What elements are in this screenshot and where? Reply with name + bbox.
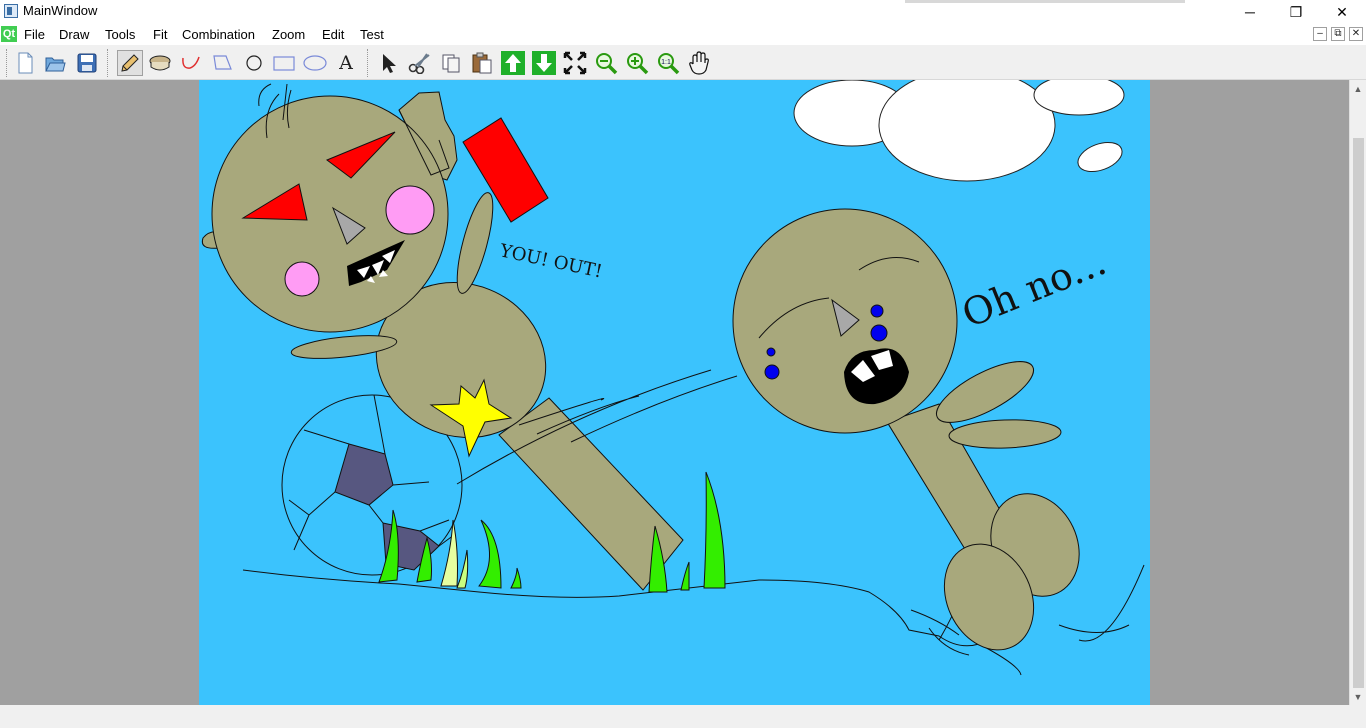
scroll-up-arrow-icon[interactable]: ▲ <box>1350 80 1366 97</box>
mdi-close-button[interactable]: ✕ <box>1349 27 1363 41</box>
drawing-canvas[interactable]: YOU! OUT! Oh no... <box>199 80 1150 705</box>
scissors-icon <box>408 53 430 74</box>
title-bar: MainWindow ─ ❐ ✕ <box>0 0 1366 24</box>
move-down-button[interactable] <box>531 50 557 76</box>
polygon-tool-button[interactable] <box>209 50 235 76</box>
pencil-icon <box>121 54 139 72</box>
save-button[interactable] <box>74 50 100 76</box>
ellipse-tool-button[interactable] <box>302 50 328 76</box>
open-file-button[interactable] <box>42 50 68 76</box>
toolbar-separator <box>107 49 109 77</box>
polygon-icon <box>213 55 232 70</box>
left-shout-text: YOU! OUT! <box>497 240 604 282</box>
fill-bucket-icon <box>149 55 171 71</box>
window-title: MainWindow <box>23 3 98 18</box>
toolbar-separator <box>367 49 369 77</box>
copy-button[interactable] <box>438 50 464 76</box>
qt-logo-icon: Qt <box>1 26 17 42</box>
save-icon <box>77 53 97 73</box>
move-down-icon <box>532 51 556 75</box>
select-tool-button[interactable] <box>376 50 402 76</box>
move-up-button[interactable] <box>500 50 526 76</box>
cut-button[interactable] <box>407 50 433 76</box>
menu-draw[interactable]: Draw <box>59 27 89 42</box>
menu-test[interactable]: Test <box>360 27 384 42</box>
fill-tool-button[interactable] <box>147 50 173 76</box>
scroll-down-arrow-icon[interactable]: ▼ <box>1350 688 1366 705</box>
copy-icon <box>442 54 460 73</box>
toolbar-handle <box>6 49 8 77</box>
hand-pan-icon <box>689 51 709 75</box>
clouds <box>793 80 1125 182</box>
text-tool-icon: A <box>339 52 353 74</box>
close-button[interactable]: ✕ <box>1319 0 1365 24</box>
menu-fit[interactable]: Fit <box>153 27 167 42</box>
fit-screen-button[interactable] <box>562 50 588 76</box>
mdi-restore-button[interactable]: ⧉ <box>1331 27 1345 41</box>
menu-tools[interactable]: Tools <box>105 27 135 42</box>
rectangle-icon <box>273 56 295 71</box>
status-bar <box>0 705 1366 728</box>
new-file-button[interactable] <box>12 50 38 76</box>
curve-tool-button[interactable] <box>178 50 204 76</box>
zoom-out-button[interactable] <box>593 50 619 76</box>
toolbar: A 1:1 <box>0 45 1366 80</box>
zoom-in-icon <box>627 53 649 75</box>
text-tool-button[interactable]: A <box>333 50 359 76</box>
circle-icon <box>246 55 262 71</box>
open-file-icon <box>45 57 66 72</box>
kicker-right-arm <box>456 192 494 294</box>
menu-edit[interactable]: Edit <box>322 27 344 42</box>
new-file-icon <box>18 52 33 74</box>
paste-button[interactable] <box>469 50 495 76</box>
minimize-button[interactable]: ─ <box>1227 0 1273 24</box>
move-up-icon <box>501 51 525 75</box>
right-shout-text: Oh no... <box>956 239 1112 336</box>
curve-icon <box>182 56 200 69</box>
victim-lower-arm <box>948 419 1062 449</box>
ground-line <box>242 569 1022 676</box>
menu-bar: Qt File Draw Tools Fit Combination Zoom … <box>0 24 1366 45</box>
zoom-actual-size-icon: 1:1 <box>658 53 680 75</box>
mdi-minimize-button[interactable]: – <box>1313 27 1327 41</box>
vertical-scrollbar[interactable]: ▲ ▼ <box>1349 80 1366 705</box>
zoom-actual-size-button[interactable]: 1:1 <box>655 50 681 76</box>
rectangle-tool-button[interactable] <box>271 50 297 76</box>
maximize-button[interactable]: ❐ <box>1273 0 1319 24</box>
menu-zoom[interactable]: Zoom <box>272 27 305 42</box>
paste-icon <box>472 52 492 74</box>
app-window-icon <box>4 4 18 18</box>
zoom-in-button[interactable] <box>624 50 650 76</box>
pencil-tool-button[interactable] <box>117 50 143 76</box>
title-bar-shadow <box>905 0 1185 3</box>
menu-file[interactable]: File <box>24 27 45 42</box>
scrollbar-thumb[interactable] <box>1353 138 1364 688</box>
victim-head <box>732 208 958 434</box>
zoom-ratio-label: 1:1 <box>661 59 671 66</box>
fit-screen-icon <box>563 51 587 75</box>
menu-combination[interactable]: Combination <box>182 27 255 42</box>
circle-tool-button[interactable] <box>241 50 267 76</box>
mdi-work-area: YOU! OUT! Oh no... <box>0 80 1349 705</box>
select-arrow-icon <box>383 54 396 73</box>
canvas-drawing: YOU! OUT! Oh no... <box>201 80 1145 676</box>
zoom-out-icon <box>596 53 618 75</box>
pan-tool-button[interactable] <box>686 50 712 76</box>
ellipse-icon <box>303 55 327 71</box>
